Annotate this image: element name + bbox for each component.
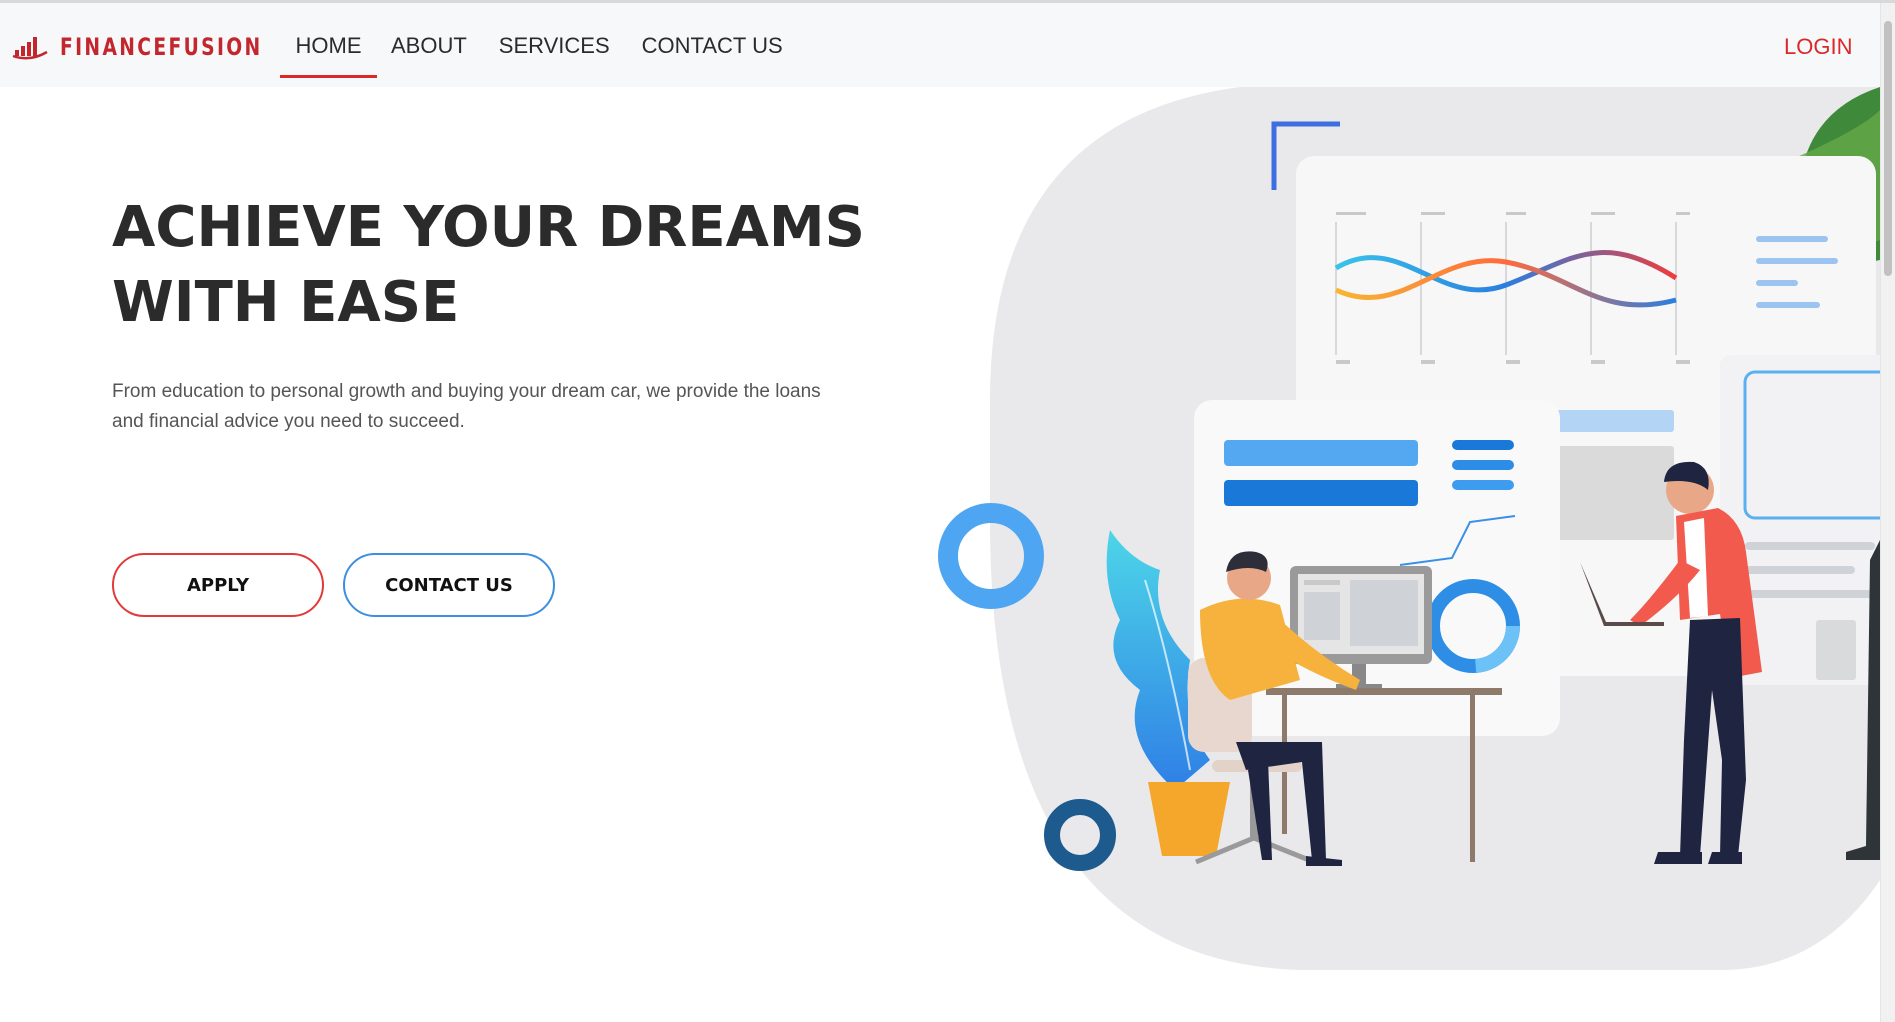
contact-us-button[interactable]: CONTACT US [343,553,555,617]
main-nav: HOME ABOUT SERVICES CONTACT US [280,3,783,87]
nav-home[interactable]: HOME [280,3,377,87]
brand-name: FINANCEFUSION [60,33,263,61]
hero-title-line-2: WITH EASE [112,270,460,335]
apply-button[interactable]: APPLY [112,553,324,617]
page: FINANCEFUSION HOME ABOUT SERVICES CONTAC… [0,0,1895,1022]
nav-contact-us[interactable]: CONTACT US [642,3,783,87]
bar-chart-logo-icon [12,37,48,60]
corner-bracket [1271,121,1340,190]
leaf-decoration [1799,87,1880,264]
hero-title: ACHIEVE YOUR DREAMS WITH EASE [112,190,872,340]
hero-description: From education to personal growth and bu… [112,381,821,432]
plant [1106,530,1210,790]
background-blob [990,87,1880,970]
front-card [1194,400,1560,736]
blue-ring [938,503,1044,609]
hero-illustration [938,87,1880,970]
page-scrollbar[interactable] [1880,3,1895,1022]
navbar: FINANCEFUSION HOME ABOUT SERVICES CONTAC… [0,3,1880,87]
login-link[interactable]: LOGIN [1784,34,1852,60]
standing-man-jacket [1676,508,1762,678]
monitor [1290,566,1432,664]
hero-title-line-1: ACHIEVE YOUR DREAMS [112,195,865,260]
nav-services[interactable]: SERVICES [499,3,610,87]
dashboard-card [1296,156,1876,676]
nav-about[interactable]: ABOUT [391,3,467,87]
navy-ring [1044,799,1116,871]
scrollbar-thumb[interactable] [1884,21,1892,276]
brand-logo[interactable]: FINANCEFUSION [12,33,320,61]
plant-pot [1148,782,1230,856]
